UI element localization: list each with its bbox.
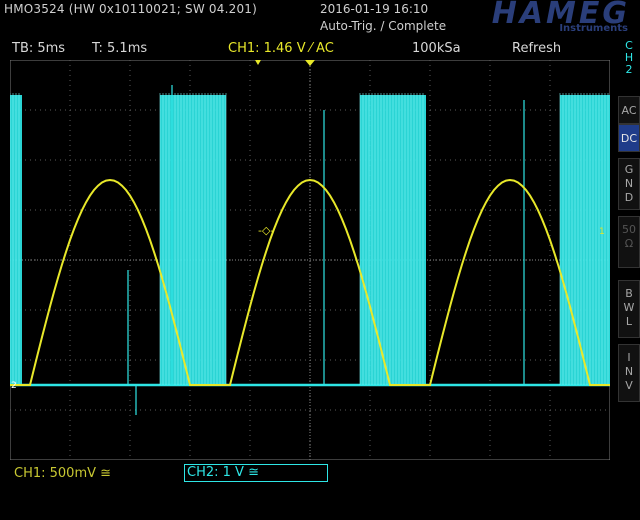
acquisition-info-bar: TB: 5ms T: 5.1ms CH1: 1.46 V ⁄ AC 100kSa… [0, 40, 612, 60]
brand-subtitle: Instruments [559, 23, 628, 34]
model-info: HMO3524 (HW 0x10110021; SW 04.201) [4, 2, 257, 16]
channel-letter: 2 [625, 63, 633, 76]
sample-rate-readout: 100kSa [412, 41, 461, 56]
trigger-time-readout[interactable]: T: 5.1ms [92, 41, 147, 56]
ch2-level-marker: 2 [11, 381, 17, 391]
ch2-burst [560, 95, 610, 385]
ch1-level-marker: 1 [599, 227, 605, 237]
date-time: 2016-01-19 16:10 [320, 2, 429, 16]
trigger-point-marker: -◇- [258, 224, 274, 237]
coupling-ac-button[interactable]: AC [618, 96, 640, 124]
ch1-scale-readout[interactable]: CH1: 500mV ≅ [14, 466, 111, 481]
invert-button[interactable]: INV [618, 344, 640, 402]
impedance-50-ohm-button[interactable]: 50 Ω [618, 216, 640, 268]
trigger-status: Auto-Trig. / Complete [320, 19, 447, 33]
timebase-readout[interactable]: TB: 5ms [12, 41, 65, 56]
channel-scale-bar: CH1: 500mV ≅ CH2: 1 V ≅ [0, 462, 640, 520]
coupling-gnd-button[interactable]: GND [618, 158, 640, 210]
ch2-scale-readout[interactable]: CH2: 1 V ≅ [184, 464, 328, 482]
brand-logo: HAMEG Instruments [450, 0, 630, 38]
acquisition-mode-readout[interactable]: Refresh [512, 41, 561, 56]
bandwidth-limit-button[interactable]: BWL [618, 280, 640, 338]
title-bar: HMO3524 (HW 0x10110021; SW 04.201) 2016-… [0, 0, 640, 38]
side-menu-channel-label: C H 2 [618, 40, 640, 94]
waveform-display[interactable]: -◇- 1 2 [10, 60, 610, 460]
ch1-trigger-readout[interactable]: CH1: 1.46 V ⁄ AC [228, 41, 334, 56]
coupling-dc-button[interactable]: DC [618, 124, 640, 152]
